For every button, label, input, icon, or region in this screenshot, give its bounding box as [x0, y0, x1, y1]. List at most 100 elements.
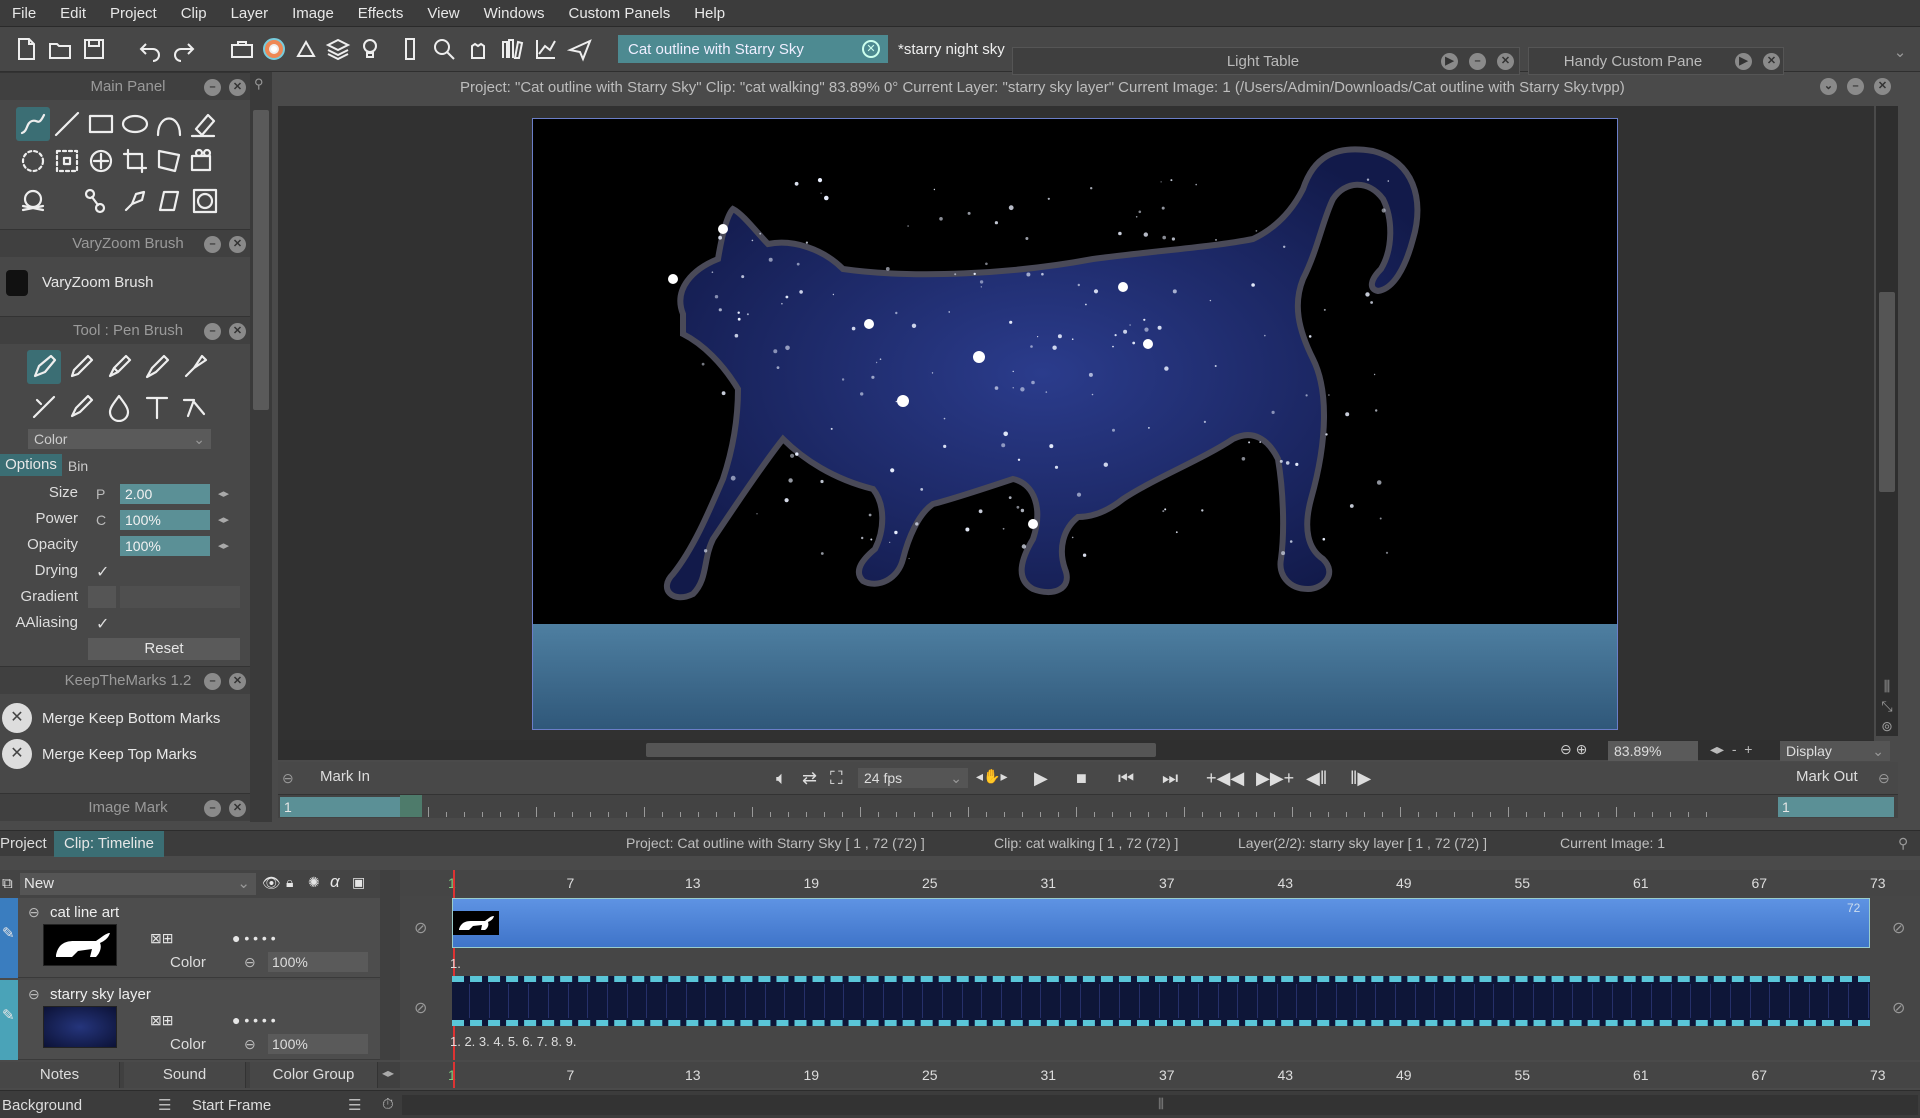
expand-arrows-icon[interactable]: ◂▸	[382, 1066, 394, 1080]
layer-mode[interactable]: Color	[170, 1036, 206, 1053]
stop-icon[interactable]: ■	[1076, 768, 1087, 789]
menu-edit[interactable]: Edit	[48, 5, 98, 22]
grid-toggle-icon[interactable]: ⫼	[1876, 676, 1898, 696]
tab-color-group[interactable]: Color Group	[250, 1062, 378, 1088]
shape-tool-icon[interactable]	[152, 184, 186, 218]
layer-opacity-field[interactable]: 100%	[268, 1034, 368, 1054]
new-file-icon[interactable]	[10, 32, 42, 66]
viewport-vscroll-thumb[interactable]	[1879, 292, 1895, 492]
layer-stack-icon[interactable]: ⧉	[2, 875, 13, 892]
tab-starry-night[interactable]: *starry night sky	[888, 35, 1013, 63]
cat-line-art-track[interactable]: 72	[452, 898, 1870, 948]
reset-view-icon[interactable]: ⊚	[1876, 716, 1898, 736]
text-tool-icon[interactable]	[140, 390, 174, 424]
menu-image[interactable]: Image	[280, 5, 346, 22]
speed-hand-icon[interactable]: ◂✋▸	[976, 768, 1008, 785]
menu-windows[interactable]: Windows	[472, 5, 557, 22]
open-folder-icon[interactable]	[44, 32, 76, 66]
line-tool-icon[interactable]	[50, 107, 84, 141]
last-frame-icon[interactable]: ⏭	[1162, 768, 1178, 789]
panel-minimize-icon[interactable]: –	[204, 800, 221, 817]
power-field[interactable]: 100%	[120, 510, 210, 530]
zoom-level-field[interactable]: 83.89%	[1608, 741, 1698, 761]
loop-icon[interactable]: ⇄	[802, 768, 817, 789]
eye-icon[interactable]: 👁︎	[262, 874, 281, 892]
size-stepper-icon[interactable]: ◂▸	[218, 487, 229, 500]
lock-icon[interactable]: 🔒︎	[286, 874, 293, 891]
panel-frame-icon[interactable]	[188, 184, 222, 218]
panel-close-icon[interactable]: ✕	[229, 323, 246, 340]
menu-effects[interactable]: Effects	[346, 5, 416, 22]
fps-select[interactable]: 24 fps ⌄	[858, 768, 968, 788]
tab-options[interactable]: Options	[0, 454, 62, 476]
brush-stack-icon[interactable]	[290, 32, 322, 66]
starry-sky-track[interactable]	[452, 976, 1870, 1026]
special-brush-icon[interactable]	[178, 390, 212, 424]
opacity-minus-icon[interactable]: ⊖	[244, 954, 256, 971]
camera-tool-icon[interactable]	[186, 144, 220, 178]
merge-keep-bottom-item[interactable]: ✕ Merge Keep Bottom Marks	[0, 702, 250, 734]
pen-brush-icon[interactable]	[27, 350, 61, 384]
color-wheel-icon[interactable]	[258, 32, 290, 66]
blender-brush-icon[interactable]	[64, 390, 98, 424]
layer-starry-sky[interactable]: ✎ ⊖ starry sky layer ⊠⊞ ● • • • • Color …	[0, 980, 380, 1060]
aaliasing-checkbox[interactable]: ✓	[96, 614, 109, 634]
puppet-tool-icon[interactable]	[118, 184, 152, 218]
paint-mode-select[interactable]: Color ⌄	[28, 429, 211, 449]
menu-custom-panels[interactable]: Custom Panels	[557, 5, 683, 22]
ellipse-tool-icon[interactable]	[118, 107, 152, 141]
light-table-play-icon[interactable]: ▶	[1441, 53, 1458, 70]
prev-key-icon[interactable]: +◀◀	[1206, 768, 1244, 789]
play-icon[interactable]: ▶	[1034, 768, 1048, 789]
panel-minimize-icon[interactable]: –	[204, 323, 221, 340]
undo-icon[interactable]	[134, 32, 166, 66]
film-strip-icon[interactable]	[394, 32, 426, 66]
reset-button[interactable]: Reset	[88, 638, 240, 660]
toolbox-icon[interactable]	[226, 32, 258, 66]
power-curve-toggle[interactable]: C	[96, 512, 106, 528]
magnifier-icon[interactable]	[428, 32, 460, 66]
tab-clip-timeline[interactable]: Clip: Timeline	[54, 831, 165, 857]
magic-select-icon[interactable]	[50, 144, 84, 178]
tab-sound[interactable]: Sound	[124, 1062, 246, 1088]
tab-project[interactable]: Project	[0, 835, 47, 852]
crop-tool-icon[interactable]	[118, 144, 152, 178]
felt-brush-icon[interactable]	[140, 350, 174, 384]
opacity-minus-icon[interactable]: ⊖	[244, 1036, 256, 1053]
viewport-vertical-scrollbar[interactable]	[1876, 106, 1898, 736]
layer-keyframe-icon[interactable]: ⊠⊞	[150, 930, 173, 947]
light-bulb-icon[interactable]: ✺	[308, 874, 320, 891]
handy-play-icon[interactable]: ▶	[1735, 53, 1752, 70]
pencil-brush-icon[interactable]	[64, 350, 98, 384]
tab-overflow-chevron-icon[interactable]: ⌄	[1884, 35, 1916, 69]
panel-close-icon[interactable]: ✕	[229, 236, 246, 253]
bone-tool-icon[interactable]	[78, 184, 112, 218]
zoom-target-icon[interactable]	[84, 144, 118, 178]
send-icon[interactable]	[564, 32, 596, 66]
prev-frame-icon[interactable]: ◀‖	[1306, 768, 1327, 789]
drawing-canvas[interactable]	[532, 118, 1618, 730]
tab-close-icon[interactable]: ✕	[862, 40, 880, 58]
menu-project[interactable]: Project	[98, 5, 169, 22]
light-table-panel[interactable]: Light Table ▶ – ✕	[1012, 47, 1520, 75]
mask-icon[interactable]: ▣	[352, 874, 365, 891]
layer-keyframe-icon[interactable]: ⊠⊞	[150, 1012, 173, 1029]
safe-area-icon[interactable]: ⛶	[830, 768, 843, 789]
size-field[interactable]: 2.00	[120, 484, 210, 504]
water-drop-icon[interactable]	[102, 390, 136, 424]
selection-lasso-icon[interactable]	[16, 144, 50, 178]
next-key-icon[interactable]: ▶▶+	[1256, 768, 1294, 789]
gradient-bar[interactable]	[120, 586, 240, 608]
mark-in-label[interactable]: Mark In	[320, 768, 370, 785]
paint-knife-icon[interactable]	[27, 390, 61, 424]
tab-notes[interactable]: Notes	[0, 1062, 120, 1088]
size-pressure-toggle[interactable]: P	[96, 486, 105, 502]
left-panel-scrollbar[interactable]	[250, 72, 272, 822]
pin-icon[interactable]: ⚲	[1898, 835, 1908, 852]
layer-cat-line-art[interactable]: ✎ ⊖ cat line art ⊠⊞ ● • • • • Color ⊖ 10…	[0, 898, 380, 978]
scroll-grip[interactable]: ⫼	[1158, 1096, 1164, 1112]
opacity-stepper-icon[interactable]: ◂▸	[218, 539, 229, 552]
gradient-swatch[interactable]	[88, 586, 116, 608]
warp-tool-icon[interactable]	[152, 144, 186, 178]
redo-icon[interactable]	[168, 32, 200, 66]
